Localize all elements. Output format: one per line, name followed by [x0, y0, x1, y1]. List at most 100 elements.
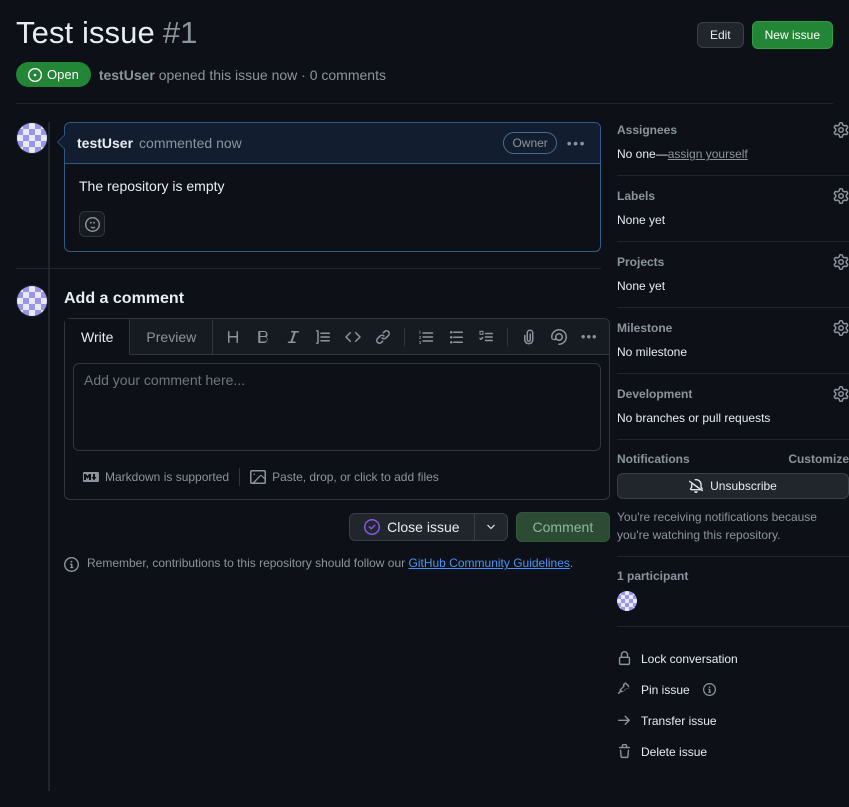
attach-note-label: Paste, drop, or click to add files [272, 470, 439, 485]
markdown-icon [83, 469, 99, 485]
add-comment-block: Add a comment Write Preview ••• Add your… [16, 285, 611, 573]
trash-icon [617, 744, 632, 759]
status-badge: Open [16, 62, 91, 88]
sidebar-section-milestone: Milestone No milestone [617, 320, 849, 375]
issue-meta-detail: opened this issue now · 0 comments [158, 66, 386, 83]
participants-list [617, 591, 849, 614]
issue-author: testUser [98, 66, 155, 83]
avatar[interactable] [16, 122, 48, 155]
bold-icon[interactable] [249, 323, 277, 351]
unsubscribe-label: Unsubscribe [710, 479, 777, 494]
heading-icon[interactable] [219, 323, 247, 351]
composer-footer: Markdown is supported Paste, drop, or cl… [65, 462, 609, 499]
comment-body: The repository is empty [79, 178, 225, 195]
lock-conversation-label: Lock conversation [641, 651, 738, 666]
link-icon[interactable] [369, 323, 397, 351]
guidelines-text: Remember, contributions to this reposito… [87, 556, 573, 570]
smiley-icon[interactable] [79, 211, 105, 238]
page-title: Test issue [16, 15, 155, 50]
bell-slash-icon [689, 479, 704, 494]
composer-actions: Close issue Comment [64, 512, 611, 543]
notifications-note: You're receiving notifications because y… [617, 510, 817, 543]
composer-tabs: Write Preview ••• [65, 319, 610, 356]
owner-badge: Owner [503, 132, 557, 155]
milestone-value: No milestone [617, 345, 688, 360]
markdown-supported-note[interactable]: Markdown is supported [73, 465, 239, 489]
lock-conversation-action[interactable]: Lock conversation [617, 643, 849, 674]
comment-header-actions: Owner ••• [503, 132, 588, 155]
labels-value: None yet [617, 213, 666, 228]
sidebar-title-assignees: Assignees [617, 123, 678, 138]
participant-avatar[interactable] [617, 591, 637, 612]
gear-icon[interactable] [833, 254, 849, 271]
comment-card: testUser commented now Owner ••• The rep… [57, 122, 601, 253]
close-issue-group: Close issue [349, 513, 508, 542]
sidebar-section-labels: Labels None yet [617, 188, 849, 243]
unsubscribe-button[interactable]: Unsubscribe [617, 473, 849, 500]
edit-button[interactable]: Edit [696, 22, 744, 48]
arrow-right-icon [617, 713, 632, 728]
attach-files-note[interactable]: Paste, drop, or click to add files [240, 465, 449, 489]
attach-file-icon[interactable] [515, 323, 543, 351]
comment-author[interactable]: testUser [77, 135, 133, 151]
sidebar-section-notifications: Notifications Customize Unsubscribe You'… [617, 452, 849, 558]
formatting-toolbar: ••• [213, 323, 609, 351]
sidebar-section-development: Development No branches or pull requests [617, 386, 849, 441]
tab-preview[interactable]: Preview [130, 319, 214, 354]
comment-menu-icon[interactable]: ••• [565, 135, 588, 151]
lock-icon [617, 651, 632, 666]
composer-body [65, 355, 609, 462]
unordered-list-icon[interactable] [442, 323, 470, 351]
tab-write[interactable]: Write [65, 319, 131, 356]
avatar[interactable] [16, 285, 48, 318]
gear-icon[interactable] [833, 122, 849, 139]
sidebar-section-actions: Lock conversation Pin issue Transfer iss… [617, 639, 849, 779]
italic-icon[interactable] [279, 323, 307, 351]
more-options-icon[interactable]: ••• [575, 323, 603, 351]
assignees-none-label: No one— [617, 147, 668, 162]
quote-icon[interactable] [309, 323, 337, 351]
info-icon [64, 557, 80, 573]
issue-meta: Open testUser opened this issue now · 0 … [16, 62, 833, 103]
reaction-row [65, 205, 600, 251]
issue-meta-text: testUser opened this issue now · 0 comme… [99, 67, 386, 83]
close-issue-button[interactable]: Close issue [349, 513, 474, 542]
customize-notifications-link[interactable]: Customize [788, 452, 849, 466]
assign-yourself-link[interactable]: assign yourself [668, 147, 748, 161]
projects-value: None yet [617, 279, 666, 294]
timeline-divider [16, 268, 601, 270]
header-divider [16, 103, 833, 105]
code-icon[interactable] [339, 323, 367, 351]
mention-icon[interactable] [545, 323, 573, 351]
transfer-issue-action[interactable]: Transfer issue [617, 705, 849, 736]
composer-column: Add a comment Write Preview ••• Add your… [64, 285, 611, 573]
sidebar-header-labels: Labels [617, 188, 849, 205]
toolbar-divider [404, 327, 406, 346]
issue-opened-icon [28, 67, 42, 82]
add-comment-heading: Add a comment [64, 290, 185, 308]
guidelines-suffix: . [569, 556, 574, 571]
task-list-icon[interactable] [472, 323, 500, 351]
new-issue-button[interactable]: New issue [751, 21, 833, 49]
issue-number: #1 [162, 15, 198, 50]
submit-comment-button[interactable]: Comment [515, 512, 611, 543]
comment-input[interactable] [73, 363, 602, 452]
status-badge-label: Open [47, 67, 79, 83]
pin-issue-action[interactable]: Pin issue [617, 674, 849, 705]
sidebar-header-development: Development [617, 386, 849, 403]
gear-icon[interactable] [833, 386, 849, 403]
sidebar-title-projects: Projects [617, 255, 665, 270]
sidebar-header-notifications: Notifications Customize [617, 452, 849, 466]
community-guidelines-link[interactable]: GitHub Community Guidelines [409, 556, 570, 570]
delete-issue-action[interactable]: Delete issue [617, 736, 849, 767]
sidebar-header-assignees: Assignees [617, 122, 849, 139]
participants-count-label: 1 participant [617, 569, 689, 584]
gear-icon[interactable] [833, 320, 849, 337]
sidebar-header-projects: Projects [617, 254, 849, 271]
sidebar-title-notifications: Notifications [617, 452, 690, 467]
close-issue-dropdown-button[interactable] [473, 513, 508, 542]
ordered-list-icon[interactable] [412, 323, 440, 351]
info-icon[interactable] [702, 683, 716, 697]
gear-icon[interactable] [833, 188, 849, 205]
transfer-issue-label: Transfer issue [641, 713, 717, 728]
